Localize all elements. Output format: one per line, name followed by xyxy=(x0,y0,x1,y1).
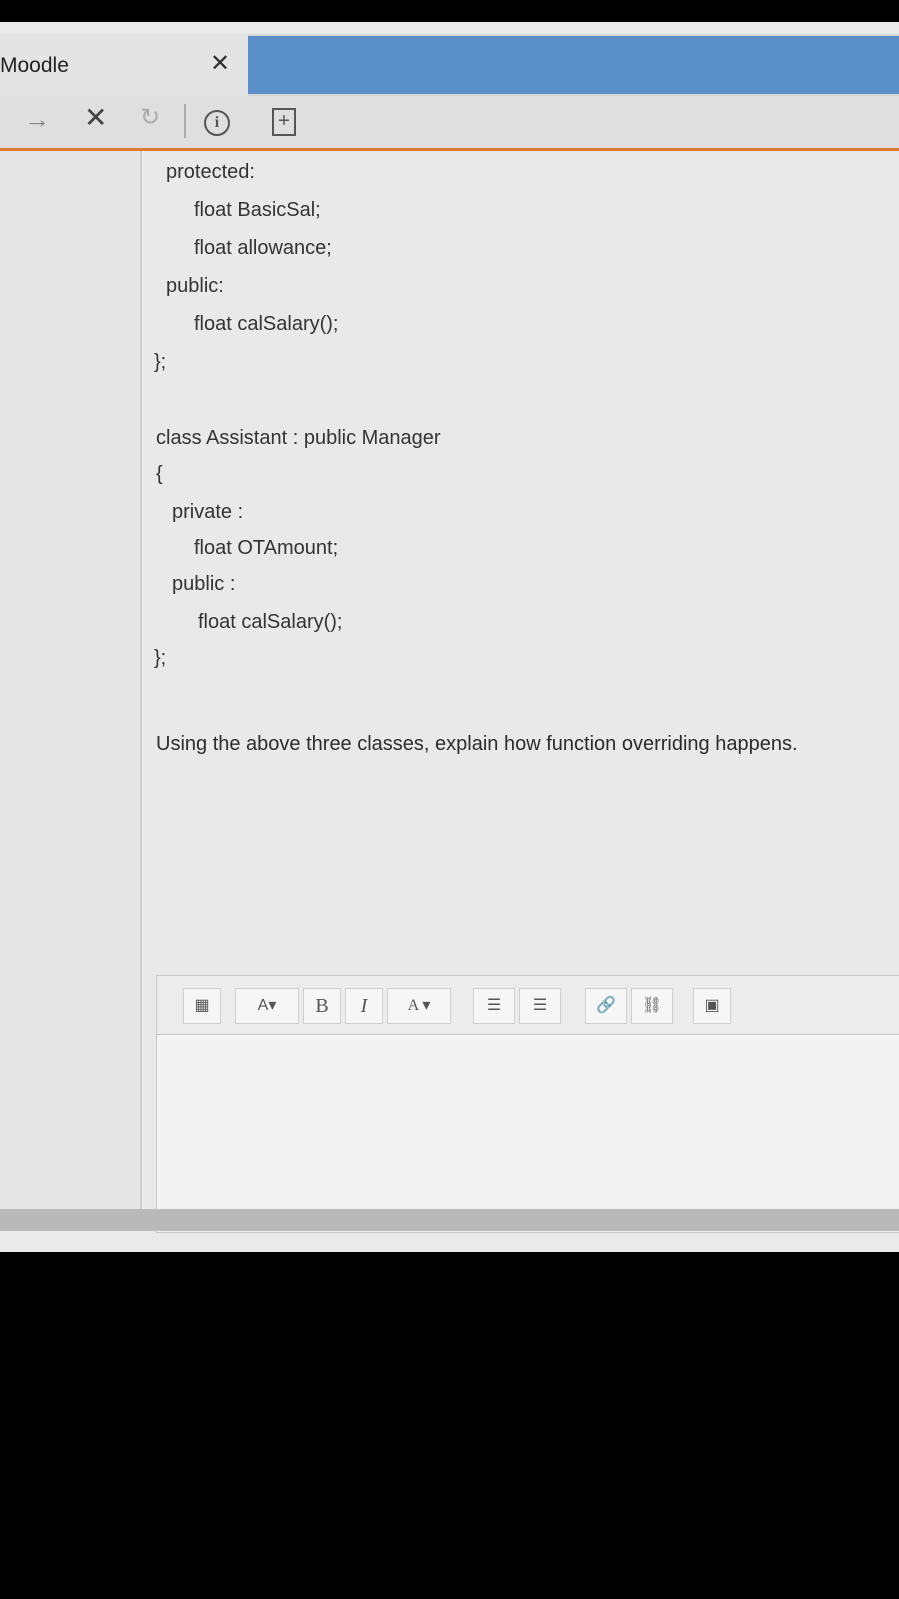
code-line: float calSalary(); xyxy=(198,611,343,633)
code-line: float calSalary(); xyxy=(194,313,339,335)
bold-button[interactable]: B xyxy=(303,988,341,1024)
tab-strip: Moodle ✕ xyxy=(0,34,899,96)
unlink-icon[interactable]: ⛓ xyxy=(631,988,673,1024)
code-line: class Assistant : public Manager xyxy=(156,427,441,449)
stop-icon[interactable]: ✕ xyxy=(84,104,107,132)
question-content: protected: float BasicSal; float allowan… xyxy=(142,151,899,1233)
tab-title: Moodle xyxy=(0,54,69,77)
toolbar-toggle-icon[interactable]: ▦ xyxy=(183,988,221,1024)
code-line: float OTAmount; xyxy=(194,537,339,559)
code-line: protected: xyxy=(166,161,255,183)
reload-icon[interactable]: ↻ xyxy=(140,106,160,130)
info-icon[interactable]: i xyxy=(204,110,230,136)
code-line: public : xyxy=(172,573,236,595)
numbered-list-icon[interactable]: ☰ xyxy=(519,988,561,1024)
code-line: }; xyxy=(154,647,167,669)
bullet-list-icon[interactable]: ☰ xyxy=(473,988,515,1024)
code-line: private : xyxy=(172,501,244,523)
browser-toolbar: → ✕ ↻ i + xyxy=(0,96,899,151)
link-icon[interactable]: 🔗 xyxy=(585,988,627,1024)
italic-button[interactable]: I xyxy=(345,988,383,1024)
answer-editor: ▦ A▾ B I A ▾ ☰ ☰ 🔗 ⛓ ▣ xyxy=(156,975,899,1233)
code-line: public: xyxy=(166,275,224,297)
window-bottom-edge xyxy=(0,1209,899,1231)
forward-arrow-icon[interactable]: → xyxy=(24,106,50,132)
paragraph-style-button[interactable]: A▾ xyxy=(235,988,299,1024)
editor-text-area[interactable] xyxy=(157,1035,899,1232)
tab-close-icon[interactable]: ✕ xyxy=(210,52,230,76)
toolbar-divider xyxy=(184,104,186,138)
code-line: { xyxy=(156,463,163,485)
insert-image-icon[interactable]: ▣ xyxy=(693,988,731,1024)
tab-bar-empty-area[interactable] xyxy=(248,36,899,94)
code-line: float BasicSal; xyxy=(194,199,321,221)
font-color-button[interactable]: A ▾ xyxy=(387,988,451,1024)
code-line: }; xyxy=(154,351,167,373)
add-page-icon[interactable]: + xyxy=(272,108,296,136)
browser-window: Moodle ✕ → ✕ ↻ i + protected: float Basi… xyxy=(0,22,899,1252)
question-text: Using the above three classes, explain h… xyxy=(156,733,798,755)
tab-moodle[interactable]: Moodle ✕ xyxy=(0,34,248,96)
left-sidebar xyxy=(0,151,142,1221)
code-line: float allowance; xyxy=(194,237,332,259)
editor-toolbar: ▦ A▾ B I A ▾ ☰ ☰ 🔗 ⛓ ▣ xyxy=(157,976,899,1035)
